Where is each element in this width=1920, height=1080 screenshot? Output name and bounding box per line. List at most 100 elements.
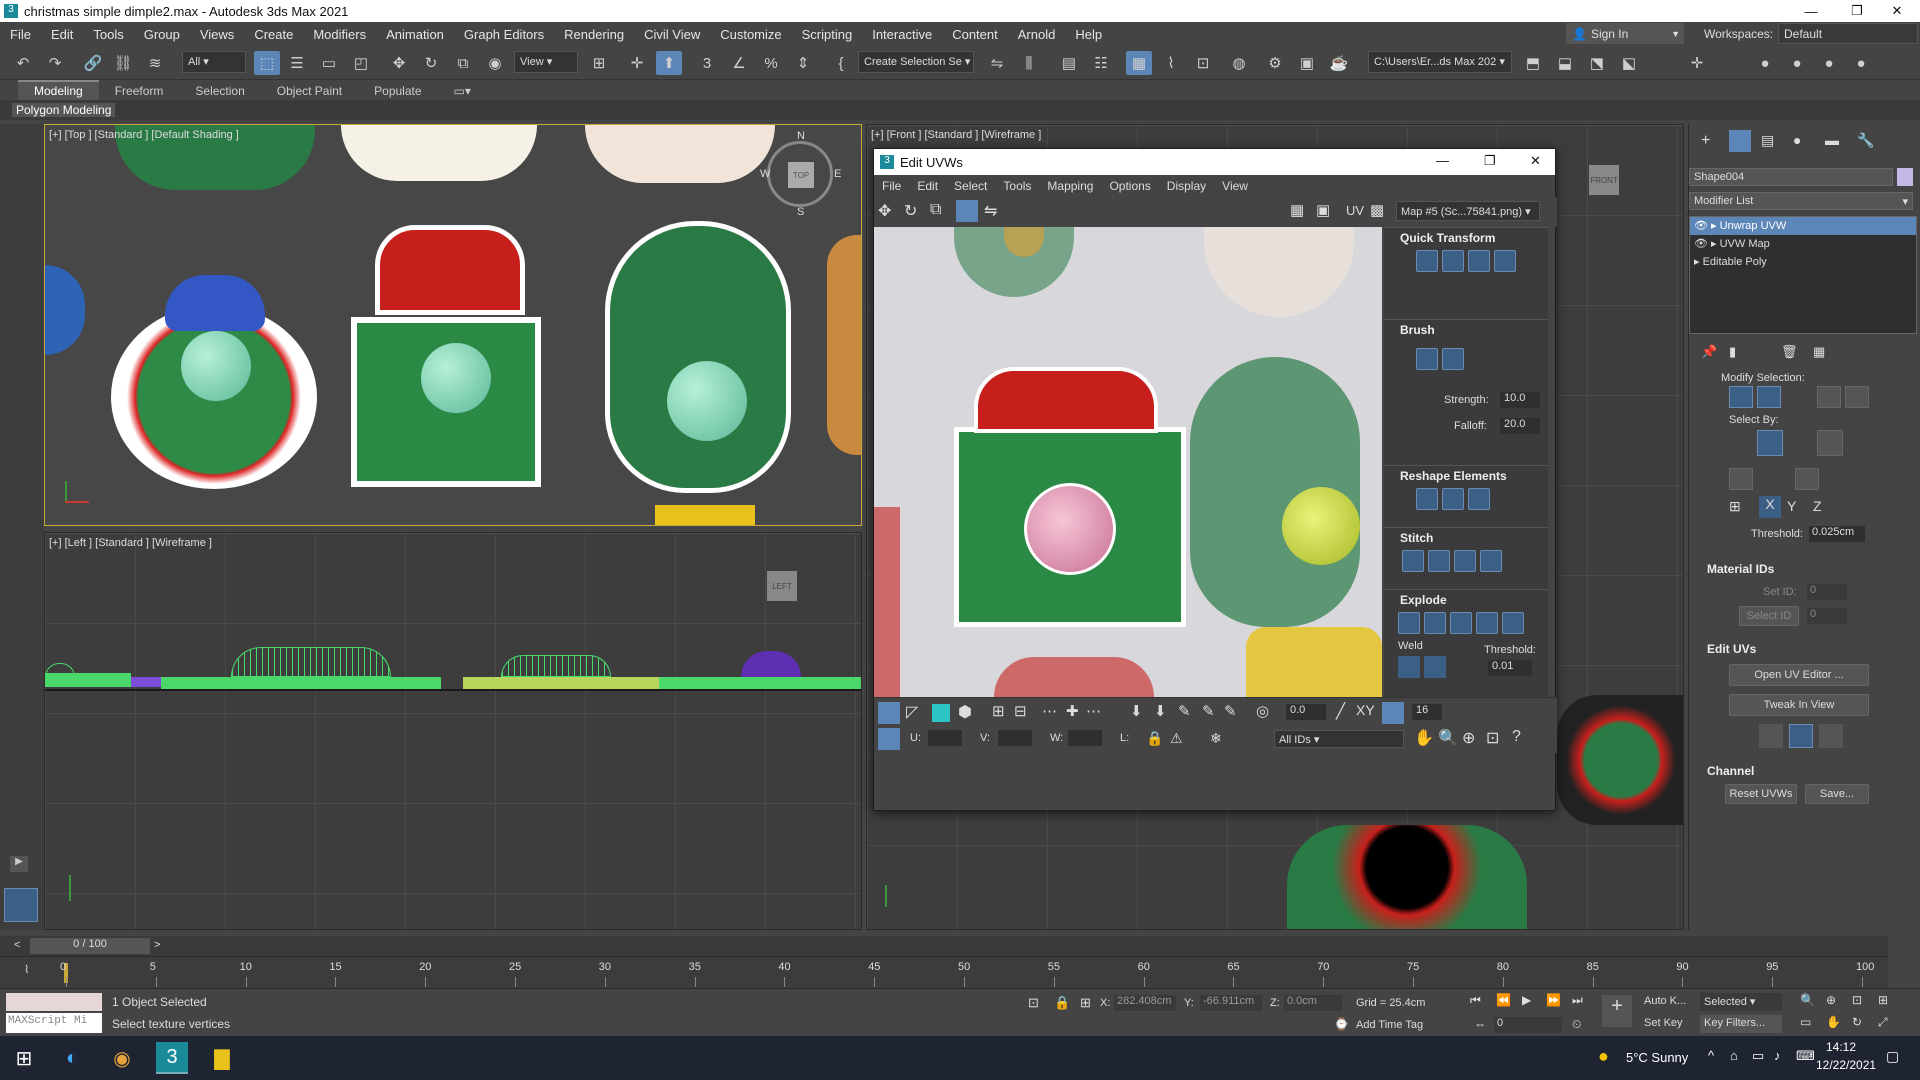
tab-modeling[interactable]: Modeling — [18, 80, 99, 100]
create-tab-icon[interactable]: + — [1701, 132, 1710, 150]
ribbon-toggle-icon[interactable]: ▦ — [1126, 51, 1152, 75]
z-coord-input[interactable]: 0.0cm — [1284, 995, 1342, 1011]
uvw-menu-tools[interactable]: Tools — [995, 179, 1039, 193]
keyboard-shortcut-toggle-icon[interactable]: ⬆ — [656, 51, 682, 75]
align-horizontal-icon[interactable] — [1416, 250, 1438, 272]
link-icon[interactable]: 🔗 — [80, 51, 106, 75]
tweak-icon-1[interactable] — [1759, 724, 1783, 748]
place-icon[interactable]: ◉ — [482, 51, 508, 75]
menu-help[interactable]: Help — [1065, 27, 1112, 42]
snap-icon[interactable]: ⬇ — [1130, 702, 1143, 720]
element-mode-icon[interactable]: ⬢ — [958, 702, 972, 722]
hierarchy-tab-icon[interactable]: ▤ — [1761, 132, 1774, 149]
object-color-swatch[interactable] — [1897, 168, 1913, 186]
menu-file[interactable]: File — [0, 27, 41, 42]
ring-icon[interactable]: ✚ — [1066, 702, 1079, 720]
lock-icon[interactable]: 🔒 — [1146, 730, 1163, 747]
uvw-menu-options[interactable]: Options — [1101, 179, 1158, 193]
select-by-overlap-button[interactable] — [1795, 468, 1819, 490]
pivot-center-icon[interactable]: ⊞ — [586, 51, 612, 75]
viewcube-left[interactable]: LEFT — [767, 571, 797, 601]
uvw-checker-icon[interactable]: ▦ — [1290, 201, 1304, 219]
material-editor-icon[interactable]: ◍ — [1226, 51, 1252, 75]
frame-counter[interactable]: 0 / 100 — [30, 938, 150, 954]
pan-nav-icon[interactable]: ✋ — [1826, 1015, 1841, 1029]
menu-graph-editors[interactable]: Graph Editors — [454, 27, 554, 42]
track-bar[interactable]: ⌇ 0 5 10 15 20 25 30 35 40 45 50 55 60 65 70 75 80 85 90 95… — [0, 956, 1888, 988]
loop-button[interactable] — [1817, 386, 1841, 408]
v-input[interactable] — [998, 730, 1032, 746]
menu-group[interactable]: Group — [134, 27, 190, 42]
zoom-extents-icon[interactable]: ⊡ — [1486, 728, 1499, 748]
uv-canvas[interactable] — [874, 227, 1382, 697]
relax-brush-icon[interactable] — [1442, 348, 1464, 370]
undo-icon[interactable]: ↶ — [10, 51, 36, 75]
uvw-menu-mapping[interactable]: Mapping — [1039, 179, 1101, 193]
file-explorer-icon[interactable]: ▇ — [206, 1042, 238, 1074]
configure-sets-icon[interactable]: ▦ — [1813, 344, 1825, 360]
uvw-minimize-button[interactable]: — — [1436, 153, 1449, 168]
key-mode-dropdown[interactable]: Selected ▾ — [1700, 993, 1782, 1011]
snap-to-grid-icon[interactable]: ⬇ — [1154, 702, 1167, 720]
select-by-uv-button[interactable] — [1817, 430, 1843, 456]
network-icon[interactable]: ▭ — [1752, 1048, 1764, 1064]
scale-icon[interactable]: ⧉ — [450, 51, 476, 75]
tab-object-paint[interactable]: Object Paint — [261, 82, 358, 100]
layer-explorer-icon[interactable]: ☷ — [1088, 51, 1114, 75]
state-icon-2[interactable]: ● — [1784, 51, 1810, 75]
stitch-average-icon[interactable] — [1428, 550, 1450, 572]
w-input[interactable] — [1068, 730, 1102, 746]
axis-y-button[interactable]: Y — [1787, 498, 1796, 514]
prev-frame-icon[interactable]: < — [14, 939, 20, 951]
xy-label[interactable]: XY — [1356, 702, 1375, 718]
show-end-result-icon[interactable]: ▮ — [1729, 344, 1736, 360]
pin-stack-icon[interactable]: 📌 — [1701, 344, 1717, 360]
polygon-modeling-panel[interactable]: Polygon Modeling — [12, 103, 116, 117]
viewport-layout-icon[interactable] — [4, 888, 38, 922]
ids-dropdown[interactable]: All IDs ▾ — [1274, 730, 1404, 748]
loop-icon[interactable]: ⋯ — [1042, 702, 1057, 720]
save-button[interactable]: Save... — [1805, 784, 1869, 804]
brush-title[interactable]: Brush — [1384, 320, 1548, 340]
goto-end-icon[interactable]: ⏭ — [1572, 993, 1583, 1008]
viewport-top[interactable]: [+] [Top ] [Standard ] [Default Shading … — [44, 124, 862, 526]
uvw-rotate-icon[interactable]: ↻ — [904, 201, 917, 221]
threshold-input[interactable]: 0.025cm — [1809, 526, 1865, 542]
tray-chevron-icon[interactable]: ^ — [1708, 1048, 1714, 1063]
project-folder-icon[interactable]: ⬒ — [1520, 51, 1546, 75]
weld-target-icon[interactable] — [1424, 656, 1446, 678]
clock-date[interactable]: 12/22/2021 — [1816, 1058, 1876, 1072]
orbit-icon[interactable]: ↻ — [1852, 1015, 1862, 1029]
select-object-icon[interactable]: ⬚ — [254, 51, 280, 75]
stitch-source-icon[interactable] — [1454, 550, 1476, 572]
align-vertical-icon[interactable] — [1442, 250, 1464, 272]
schematic-view-icon[interactable]: ⊡ — [1190, 51, 1216, 75]
weather-icon[interactable]: ● — [1598, 1046, 1609, 1067]
soft-selection-icon[interactable]: ◎ — [1256, 702, 1269, 720]
time-slider[interactable]: < 0 / 100 > — [0, 936, 1888, 956]
modify-tab-icon[interactable] — [1729, 130, 1751, 152]
maxscript-input[interactable]: MAXScript Mi — [6, 1013, 102, 1033]
render-setup-icon[interactable]: ⚙ — [1262, 51, 1288, 75]
edit-named-selection-icon[interactable]: { — [828, 51, 854, 75]
chrome-icon[interactable]: ◉ — [106, 1042, 138, 1074]
axis-z-button[interactable]: Z — [1813, 498, 1822, 514]
uvw-mirror-icon[interactable]: ⇋ — [984, 201, 997, 221]
relax-until-flat-icon[interactable] — [1468, 488, 1490, 510]
zoom-extents-nav-icon[interactable]: ⊡ — [1852, 993, 1862, 1007]
unlink-icon[interactable]: ⛓ — [110, 51, 136, 75]
display-tab-icon[interactable]: ▬ — [1825, 132, 1839, 148]
rectangular-region-icon[interactable]: ▭ — [316, 51, 342, 75]
viewcube-front[interactable]: FRONT — [1589, 165, 1619, 195]
viewport-left-label[interactable]: [+] [Left ] [Standard ] [Wireframe ] — [49, 537, 212, 549]
zoom-all-icon[interactable]: ⊕ — [1826, 993, 1836, 1007]
windows-start-icon[interactable]: ⊞ — [8, 1042, 40, 1074]
vertex-mode-icon[interactable] — [878, 702, 900, 724]
motion-tab-icon[interactable]: ● — [1793, 132, 1801, 148]
absolute-mode-icon[interactable]: ⊞ — [1080, 995, 1091, 1011]
tray-icon-1[interactable]: ⌂ — [1730, 1048, 1738, 1063]
menu-scripting[interactable]: Scripting — [792, 27, 863, 42]
space-horizontal-icon[interactable] — [1494, 250, 1516, 272]
tweak-in-view-button[interactable]: Tweak In View — [1729, 694, 1869, 716]
key-filters-button[interactable]: Key Filters... — [1700, 1015, 1782, 1033]
